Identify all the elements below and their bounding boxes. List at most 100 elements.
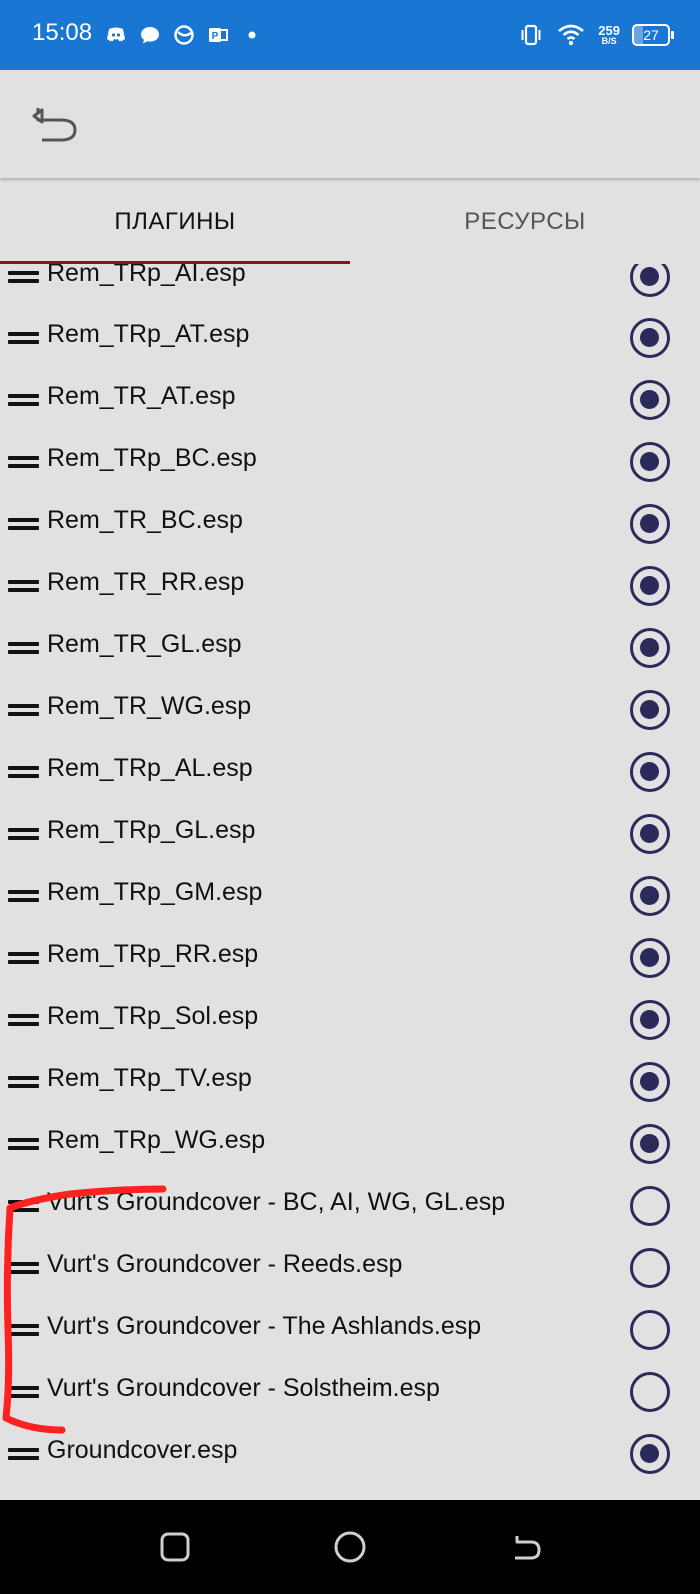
discord-icon xyxy=(107,27,125,42)
drag-handle-icon[interactable] xyxy=(8,702,39,717)
plugin-name: Rem_TR_AT.esp xyxy=(47,382,236,410)
plugin-radio[interactable] xyxy=(630,1186,670,1226)
toolbar xyxy=(0,70,700,178)
plugin-radio[interactable] xyxy=(630,504,670,544)
plugin-name: Vurt's Groundcover - Reeds.esp xyxy=(47,1250,403,1278)
plugin-name: Rem_TR_WG.esp xyxy=(47,692,252,720)
plugin-row[interactable]: Rem_TR_BC.esp xyxy=(0,493,700,555)
plugin-radio[interactable] xyxy=(630,690,670,730)
plugin-row[interactable]: Rem_TRp_AT.esp xyxy=(0,307,700,369)
system-icons: 259 B/S 27 xyxy=(518,18,674,52)
active-tab-indicator xyxy=(0,261,350,264)
drag-handle-icon[interactable] xyxy=(8,1260,39,1275)
drag-handle-icon[interactable] xyxy=(8,454,39,469)
plugin-name: Rem_TR_RR.esp xyxy=(47,568,245,596)
plugin-radio[interactable] xyxy=(630,1310,670,1350)
tab-resources[interactable]: РЕСУРСЫ xyxy=(350,180,700,264)
plugin-radio[interactable] xyxy=(630,380,670,420)
drag-handle-icon[interactable] xyxy=(8,1384,39,1399)
plugin-radio[interactable] xyxy=(630,1062,670,1102)
drag-handle-icon[interactable] xyxy=(8,516,39,531)
plugin-row[interactable]: Vurt's Groundcover - Solstheim.esp xyxy=(0,1361,700,1423)
drag-handle-icon[interactable] xyxy=(8,269,39,284)
system-nav-bar xyxy=(0,1500,700,1594)
plugin-name: Rem_TR_GL.esp xyxy=(47,630,242,658)
drag-handle-icon[interactable] xyxy=(8,888,39,903)
plugin-row[interactable]: Rem_TR_AT.esp xyxy=(0,369,700,431)
plugin-radio[interactable] xyxy=(630,876,670,916)
drag-handle-icon[interactable] xyxy=(8,578,39,593)
battery-percent: 27 xyxy=(643,27,659,43)
drag-handle-icon[interactable] xyxy=(8,826,39,841)
wifi-icon xyxy=(558,24,585,46)
plugin-row[interactable]: Rem_TRp_Sol.esp xyxy=(0,989,700,1051)
plugin-name: Vurt's Groundcover - The Ashlands.esp xyxy=(47,1312,482,1340)
plugin-radio[interactable] xyxy=(630,442,670,482)
plugin-radio[interactable] xyxy=(630,628,670,668)
plugin-radio[interactable] xyxy=(630,814,670,854)
plugin-row[interactable]: Rem_TR_RR.esp xyxy=(0,555,700,617)
plugin-name: Rem_TRp_GM.esp xyxy=(47,878,263,906)
plugin-radio[interactable] xyxy=(630,1372,670,1412)
drag-handle-icon[interactable] xyxy=(8,330,39,345)
plugin-radio[interactable] xyxy=(630,566,670,606)
recents-square-icon[interactable] xyxy=(153,1525,197,1569)
drag-handle-icon[interactable] xyxy=(8,1198,39,1213)
vibrate-icon xyxy=(521,24,541,46)
plugin-radio[interactable] xyxy=(630,752,670,792)
plugin-name: Rem_TRp_Sol.esp xyxy=(47,1002,259,1030)
drag-handle-icon[interactable] xyxy=(8,1136,39,1151)
plugin-radio[interactable] xyxy=(630,938,670,978)
plugin-radio[interactable] xyxy=(630,1000,670,1040)
battery-icon: 27 xyxy=(632,24,674,46)
outlook-icon: P xyxy=(209,28,228,42)
drag-handle-icon[interactable] xyxy=(8,392,39,407)
network-speed-unit: B/S xyxy=(601,36,617,46)
drag-handle-icon[interactable] xyxy=(8,1322,39,1337)
plugin-radio[interactable] xyxy=(630,1248,670,1288)
svg-text:P: P xyxy=(212,31,219,42)
plugin-name: Rem_TRp_AL.esp xyxy=(47,754,253,782)
dot-icon xyxy=(248,31,256,39)
plugin-row[interactable]: Rem_TR_GL.esp xyxy=(0,617,700,679)
plugin-row[interactable]: Vurt's Groundcover - Reeds.esp xyxy=(0,1237,700,1299)
plugin-row[interactable]: Rem_TRp_BC.esp xyxy=(0,431,700,493)
drag-handle-icon[interactable] xyxy=(8,1074,39,1089)
plugin-row[interactable]: Rem_TRp_GL.esp xyxy=(0,803,700,865)
plugin-row[interactable]: Rem_TRp_WG.esp xyxy=(0,1113,700,1175)
back-arrow-icon[interactable] xyxy=(28,98,82,152)
plugin-name: Vurt's Groundcover - BC, AI, WG, GL.esp xyxy=(47,1188,506,1216)
drag-handle-icon[interactable] xyxy=(8,640,39,655)
status-bar: 15:08 P 259 B/S 27 xyxy=(0,0,700,70)
plugin-radio[interactable] xyxy=(630,318,670,358)
plugin-name: Groundcover.esp xyxy=(47,1436,238,1464)
drag-handle-icon[interactable] xyxy=(8,1446,39,1461)
plugin-list[interactable]: Rem_TRp_AI.esp Rem_TRp_AT.esp Rem_TR_AT.… xyxy=(0,248,700,1500)
tab-plugins[interactable]: ПЛАГИНЫ xyxy=(0,180,350,264)
app-icon xyxy=(174,25,194,45)
tab-bar: ПЛАГИНЫ РЕСУРСЫ xyxy=(0,180,700,264)
home-circle-icon[interactable] xyxy=(328,1525,372,1569)
plugin-row[interactable]: Groundcover.esp xyxy=(0,1423,700,1485)
plugin-name: Rem_TR_BC.esp xyxy=(47,506,243,534)
plugin-row[interactable]: Rem_TRp_TV.esp xyxy=(0,1051,700,1113)
plugin-row[interactable]: Rem_TRp_RR.esp xyxy=(0,927,700,989)
chat-icon xyxy=(141,27,159,44)
plugin-row[interactable]: Vurt's Groundcover - The Ashlands.esp xyxy=(0,1299,700,1361)
drag-handle-icon[interactable] xyxy=(8,950,39,965)
plugin-radio[interactable] xyxy=(630,1124,670,1164)
drag-handle-icon[interactable] xyxy=(8,1012,39,1027)
plugin-name: Rem_TRp_RR.esp xyxy=(47,940,259,968)
plugin-name: Rem_TRp_TV.esp xyxy=(47,1064,252,1092)
plugin-name: Vurt's Groundcover - Solstheim.esp xyxy=(47,1374,440,1402)
drag-handle-icon[interactable] xyxy=(8,764,39,779)
plugin-name: Rem_TRp_GL.esp xyxy=(47,816,256,844)
network-speed: 259 B/S xyxy=(598,24,620,46)
plugin-row[interactable]: Vurt's Groundcover - BC, AI, WG, GL.esp xyxy=(0,1175,700,1237)
plugin-row[interactable]: Rem_TRp_AL.esp xyxy=(0,741,700,803)
plugin-radio[interactable] xyxy=(630,1434,670,1474)
status-time: 15:08 xyxy=(32,19,93,46)
plugin-row[interactable]: Rem_TR_WG.esp xyxy=(0,679,700,741)
back-icon[interactable] xyxy=(503,1525,547,1569)
plugin-row[interactable]: Rem_TRp_GM.esp xyxy=(0,865,700,927)
